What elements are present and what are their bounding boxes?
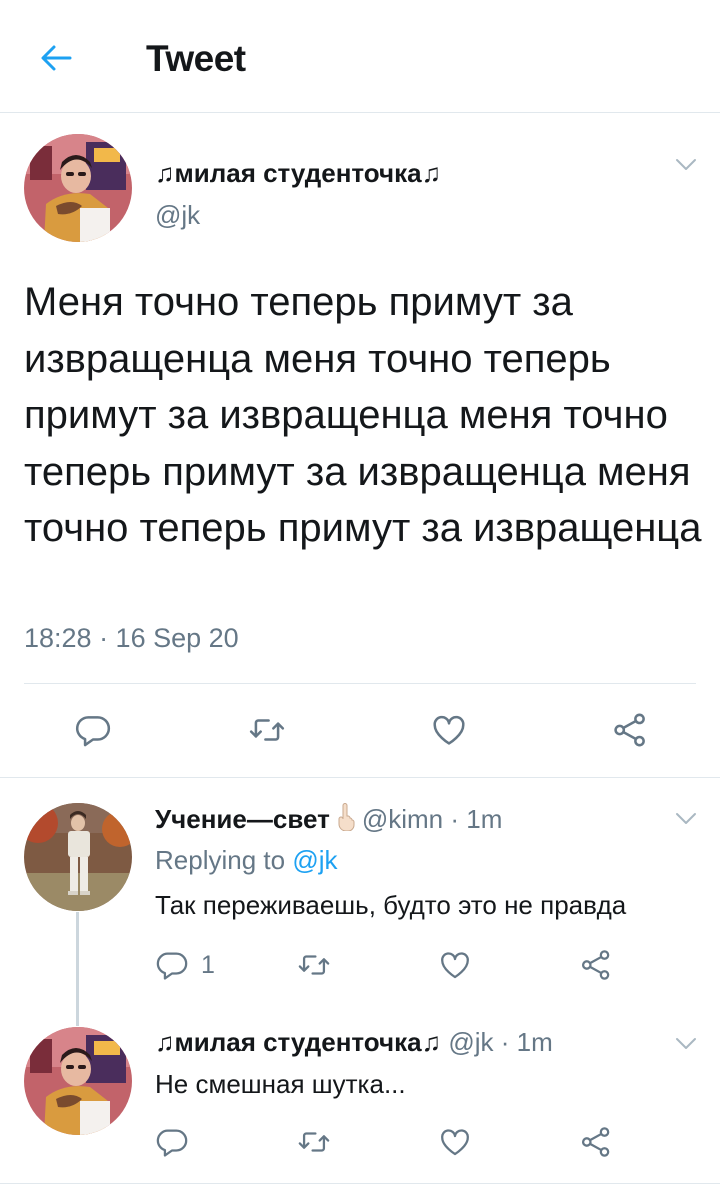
reply-button[interactable] xyxy=(155,1125,189,1159)
reply-author-handle[interactable]: @jk xyxy=(448,1027,493,1057)
like-icon xyxy=(438,1125,472,1159)
reply-header: ♫милая студенточка♫ @jk · 1m xyxy=(155,1027,553,1058)
share-button[interactable] xyxy=(579,948,613,982)
avatar[interactable] xyxy=(24,134,132,242)
retweet-button[interactable] xyxy=(297,1125,331,1159)
reply-author-handle[interactable]: @kimn xyxy=(362,804,443,834)
reply-time: · 1m xyxy=(450,804,503,834)
retweet-icon xyxy=(248,711,286,749)
reply-author-name[interactable]: Учение—свет xyxy=(155,804,330,834)
top-bar: Tweet xyxy=(0,0,720,113)
retweet-icon xyxy=(297,948,331,982)
like-button[interactable] xyxy=(438,1125,472,1159)
reply-button[interactable]: 1 xyxy=(155,948,215,982)
avatar[interactable] xyxy=(24,803,132,911)
reply-header: Учение—свет @kimn · 1m xyxy=(155,803,502,838)
share-button[interactable] xyxy=(611,711,649,749)
reply-icon xyxy=(74,711,112,749)
arrow-left-icon xyxy=(41,45,72,71)
like-icon xyxy=(430,711,468,749)
reply-icon xyxy=(155,948,189,982)
retweet-button[interactable] xyxy=(248,711,286,749)
mention-link[interactable]: @jk xyxy=(292,845,337,875)
reply-author-name[interactable]: ♫милая студенточка♫ xyxy=(155,1027,441,1057)
like-icon xyxy=(438,948,472,982)
section-divider xyxy=(0,777,720,778)
share-icon xyxy=(611,711,649,749)
retweet-button[interactable] xyxy=(297,948,331,982)
reply-text: Не смешная шутка... xyxy=(155,1069,406,1099)
reply-icon xyxy=(155,1125,189,1159)
divider xyxy=(24,683,696,684)
retweet-icon xyxy=(297,1125,331,1159)
share-button[interactable] xyxy=(579,1125,613,1159)
share-icon xyxy=(579,1125,613,1159)
avatar[interactable] xyxy=(24,1027,132,1135)
tweet-author-handle[interactable]: @jk xyxy=(155,200,200,231)
reply-text: Так переживаешь, будто это не правда xyxy=(155,890,627,920)
tweet-timestamp: 18:28 · 16 Sep 20 xyxy=(24,623,239,653)
section-divider xyxy=(0,1183,720,1184)
like-button[interactable] xyxy=(430,711,468,749)
replying-to-label: Replying to xyxy=(155,845,286,875)
thread-line xyxy=(76,912,79,1026)
tweet-text: Меня точно теперь примут за извращенца м… xyxy=(24,280,702,550)
share-icon xyxy=(579,948,613,982)
replying-to-line: Replying to @jk xyxy=(155,845,337,876)
reply-count: 1 xyxy=(201,950,215,979)
like-button[interactable] xyxy=(438,948,472,982)
pointing-up-emoji xyxy=(334,803,358,838)
tweet-author-name[interactable]: ♫милая студенточка♫ xyxy=(155,158,441,189)
chevron-down-icon[interactable] xyxy=(670,807,702,831)
chevron-down-icon[interactable] xyxy=(670,153,702,177)
chevron-down-icon[interactable] xyxy=(670,1032,702,1056)
page-title: Tweet xyxy=(146,38,246,79)
reply-time: · 1m xyxy=(500,1027,553,1057)
reply-button[interactable] xyxy=(74,711,112,749)
back-button[interactable] xyxy=(34,36,78,80)
